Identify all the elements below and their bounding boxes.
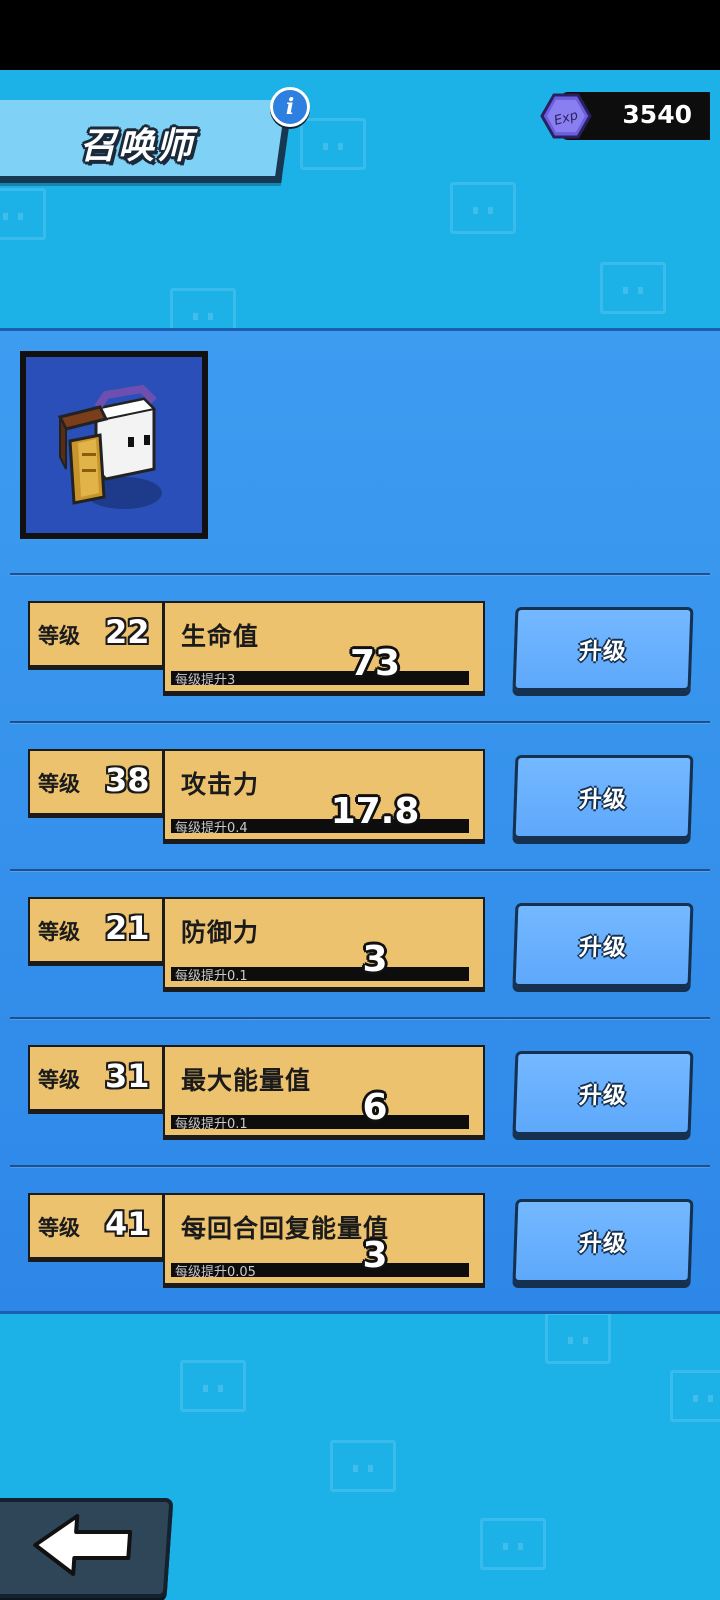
level-value: 38 bbox=[105, 761, 150, 799]
stat-row-defense: 等级 21 防御力 每级提升0.1 3 升级 bbox=[0, 895, 720, 991]
stat-increment: 每级提升0.05 bbox=[175, 1265, 256, 1280]
divider bbox=[10, 573, 710, 575]
stats-panel: 等级 22 生命值 每级提升3 73 升级 等级 38 攻击力 每级提升0.4 … bbox=[0, 328, 720, 1314]
level-box: 等级 31 bbox=[28, 1045, 164, 1111]
divider bbox=[10, 721, 710, 723]
level-box: 等级 21 bbox=[28, 897, 164, 963]
stat-row-max-energy: 等级 31 最大能量值 每级提升0.1 6 升级 bbox=[0, 1043, 720, 1139]
background-pattern-icon bbox=[330, 1440, 396, 1492]
back-arrow-icon bbox=[33, 1514, 133, 1576]
stat-box: 防御力 每级提升0.1 3 bbox=[163, 897, 485, 989]
summoner-portrait bbox=[20, 351, 208, 539]
background-pattern-icon bbox=[0, 188, 46, 240]
divider bbox=[10, 1017, 710, 1019]
stat-name: 防御力 bbox=[181, 918, 260, 947]
exp-gem-icon: Exp bbox=[540, 93, 592, 139]
stat-row-energy-regen: 等级 41 每回合回复能量值 每级提升0.05 3 升级 bbox=[0, 1191, 720, 1287]
stat-increment: 每级提升3 bbox=[175, 673, 236, 688]
level-value: 22 bbox=[105, 613, 150, 651]
level-value: 31 bbox=[105, 1057, 150, 1095]
background-pattern-icon bbox=[600, 262, 666, 314]
stat-row-hp: 等级 22 生命值 每级提升3 73 升级 bbox=[0, 599, 720, 695]
stat-increment: 每级提升0.4 bbox=[175, 821, 248, 836]
background-pattern-icon bbox=[545, 1312, 611, 1364]
upgrade-button[interactable]: 升级 bbox=[512, 903, 694, 987]
stat-value: 3 bbox=[362, 939, 388, 980]
level-value: 21 bbox=[105, 909, 150, 947]
level-value: 41 bbox=[105, 1205, 150, 1243]
level-box: 等级 41 bbox=[28, 1193, 164, 1259]
upgrade-button[interactable]: 升级 bbox=[512, 1199, 694, 1283]
background-pattern-icon bbox=[180, 1360, 246, 1412]
background-pattern-icon bbox=[480, 1518, 546, 1570]
divider bbox=[10, 1165, 710, 1167]
stat-row-attack: 等级 38 攻击力 每级提升0.4 17.8 升级 bbox=[0, 747, 720, 843]
stat-value: 17.8 bbox=[330, 791, 420, 832]
divider bbox=[10, 869, 710, 871]
level-box: 等级 22 bbox=[28, 601, 164, 667]
level-label: 等级 bbox=[38, 772, 80, 796]
level-label: 等级 bbox=[38, 624, 80, 648]
game-screen: 召唤师 i 3540 Exp 等级 22 生命值 每级提升3 73 升级 等级 … bbox=[0, 70, 720, 1600]
stat-increment: 每级提升0.1 bbox=[175, 1117, 248, 1132]
page-title: 召唤师 bbox=[80, 126, 195, 167]
stat-box: 生命值 每级提升3 73 bbox=[163, 601, 485, 693]
upgrade-button[interactable]: 升级 bbox=[512, 755, 694, 839]
stat-name: 生命值 bbox=[181, 622, 260, 651]
level-label: 等级 bbox=[38, 1068, 80, 1092]
summoner-avatar-icon bbox=[57, 384, 162, 509]
info-icon[interactable]: i bbox=[270, 87, 310, 127]
stat-box: 最大能量值 每级提升0.1 6 bbox=[163, 1045, 485, 1137]
upgrade-button[interactable]: 升级 bbox=[512, 607, 694, 691]
level-label: 等级 bbox=[38, 920, 80, 944]
exp-value: 3540 bbox=[622, 100, 692, 129]
level-box: 等级 38 bbox=[28, 749, 164, 815]
back-button[interactable] bbox=[0, 1498, 174, 1598]
background-pattern-icon bbox=[670, 1370, 720, 1422]
stat-name: 攻击力 bbox=[181, 770, 260, 799]
background-pattern-icon bbox=[450, 182, 516, 234]
stat-value: 73 bbox=[349, 643, 401, 684]
level-label: 等级 bbox=[38, 1216, 80, 1240]
upgrade-button[interactable]: 升级 bbox=[512, 1051, 694, 1135]
background-pattern-icon bbox=[300, 118, 366, 170]
stat-name: 最大能量值 bbox=[181, 1066, 312, 1095]
stat-box: 攻击力 每级提升0.4 17.8 bbox=[163, 749, 485, 841]
stat-box: 每回合回复能量值 每级提升0.05 3 bbox=[163, 1193, 485, 1285]
stat-value: 6 bbox=[362, 1087, 388, 1128]
stat-value: 3 bbox=[362, 1235, 388, 1276]
stat-increment: 每级提升0.1 bbox=[175, 969, 248, 984]
